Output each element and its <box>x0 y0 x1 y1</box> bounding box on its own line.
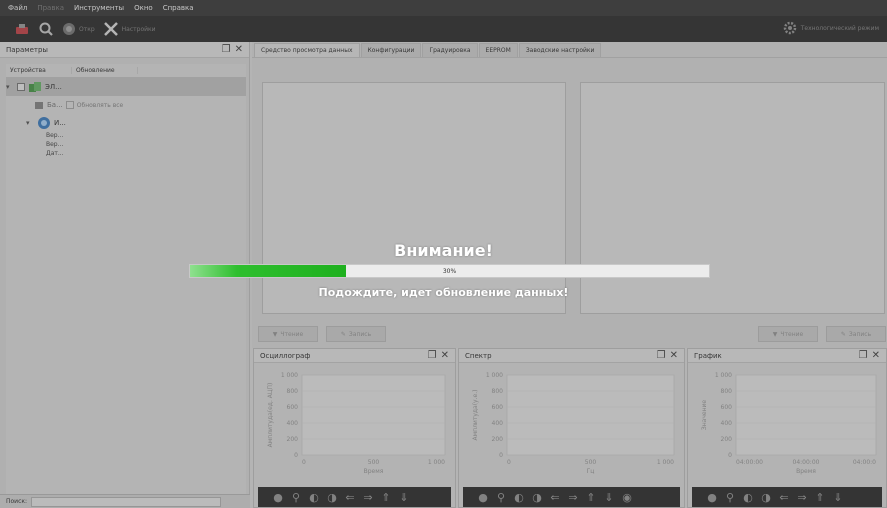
notice-title: Внимание! <box>394 241 493 260</box>
update-progress-bar: 30% <box>189 264 710 278</box>
update-progress-text: 30% <box>442 267 457 275</box>
notice-message: Подождите, идет обновление данных! <box>318 286 569 299</box>
